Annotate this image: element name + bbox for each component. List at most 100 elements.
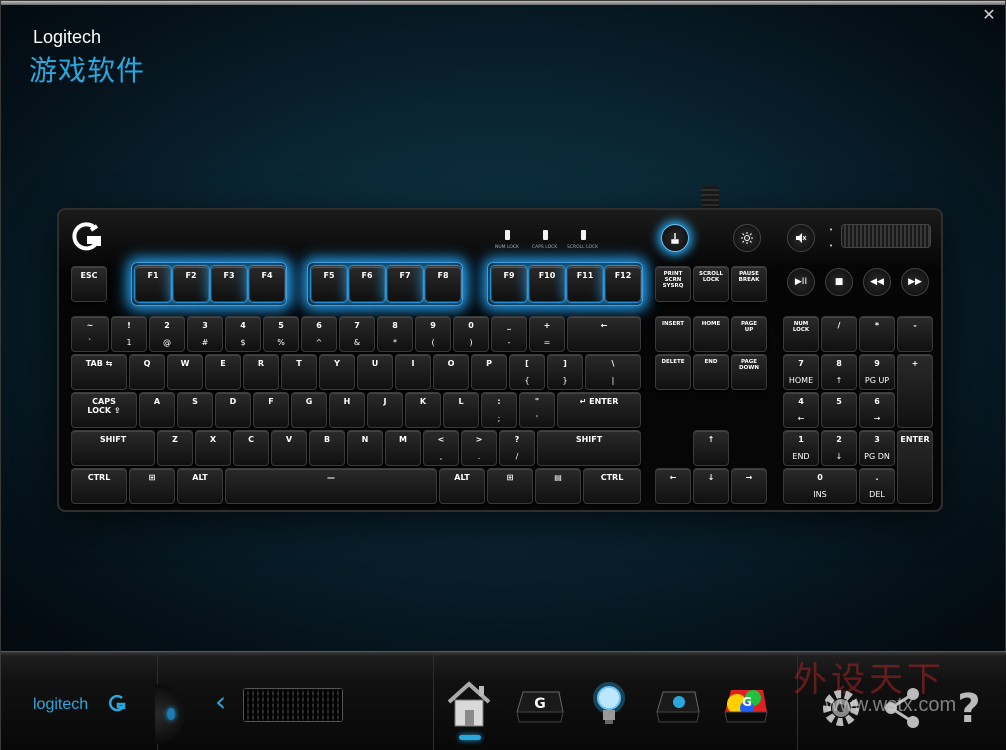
key-delete[interactable]: DELETE xyxy=(655,354,691,390)
key-9[interactable]: 9( xyxy=(415,316,451,352)
key-0[interactable]: 0 INS xyxy=(783,468,857,504)
key-f3[interactable]: F3 xyxy=(211,266,247,302)
key-ctrl[interactable]: CTRL xyxy=(583,468,641,504)
key-enter[interactable]: ENTER xyxy=(897,430,933,504)
key-page-up[interactable]: PAGE UP xyxy=(731,316,767,352)
keyboard-device-thumbnail[interactable] xyxy=(243,688,343,722)
game-mode-button[interactable] xyxy=(661,224,689,252)
key-g[interactable]: G xyxy=(291,392,327,428)
key-s[interactable]: S xyxy=(177,392,213,428)
key-print-scrn-sysrq[interactable]: PRINT SCRN SYSRQ xyxy=(655,266,691,302)
key-[interactable]: ← xyxy=(567,316,641,352)
home-icon[interactable] xyxy=(441,674,497,734)
key-[interactable]: :; xyxy=(481,392,517,428)
back-arrow-icon[interactable]: ‹ xyxy=(215,688,226,716)
key-o[interactable]: O xyxy=(433,354,469,390)
key-7[interactable]: 7 HOME xyxy=(783,354,819,390)
key-num-lock[interactable]: NUM LOCK xyxy=(783,316,819,352)
key-f1[interactable]: F1 xyxy=(135,266,171,302)
key-c[interactable]: C xyxy=(233,430,269,466)
key-f6[interactable]: F6 xyxy=(349,266,385,302)
key-page-down[interactable]: PAGE DOWN xyxy=(731,354,767,390)
key-f7[interactable]: F7 xyxy=(387,266,423,302)
key-j[interactable]: J xyxy=(367,392,403,428)
key-[interactable]: ]} xyxy=(547,354,583,390)
key-[interactable]: ! 1 xyxy=(111,316,147,352)
key-5[interactable]: 5% xyxy=(263,316,299,352)
key-6[interactable]: 6 ^ xyxy=(301,316,337,352)
arx-control-icon[interactable] xyxy=(649,674,705,734)
key-2[interactable]: 2 ↓ xyxy=(821,430,857,466)
key-[interactable]: ~ ` xyxy=(71,316,109,352)
key-[interactable]: → xyxy=(731,468,767,504)
key-[interactable]: ← xyxy=(655,468,691,504)
key-scroll-lock[interactable]: SCROLL LOCK xyxy=(693,266,729,302)
key-[interactable]: . DEL xyxy=(859,468,895,504)
key-7[interactable]: 7 & xyxy=(339,316,375,352)
key-[interactable]: ⊞ xyxy=(129,468,175,504)
key-enter[interactable]: ↵ ENTER xyxy=(557,392,641,428)
key-5[interactable]: 5 xyxy=(821,392,857,428)
backlight-button[interactable] xyxy=(733,224,761,252)
key-ctrl[interactable]: CTRL xyxy=(71,468,127,504)
key-8[interactable]: 8 * xyxy=(377,316,413,352)
key-3[interactable]: 3 PG DN xyxy=(859,430,895,466)
key-n[interactable]: N xyxy=(347,430,383,466)
key-[interactable]: ↑ xyxy=(693,430,729,466)
key-w[interactable]: W xyxy=(167,354,203,390)
key-t[interactable]: T xyxy=(281,354,317,390)
key-2[interactable]: 2 @ xyxy=(149,316,185,352)
key-d[interactable]: D xyxy=(215,392,251,428)
key-end[interactable]: END xyxy=(693,354,729,390)
key-[interactable]: _ - xyxy=(491,316,527,352)
key-[interactable]: * xyxy=(859,316,895,352)
key-[interactable]: + = xyxy=(529,316,565,352)
key-6[interactable]: 6 → xyxy=(859,392,895,428)
key-a[interactable]: A xyxy=(139,392,175,428)
key-1[interactable]: 1 END xyxy=(783,430,819,466)
key-f5[interactable]: F5 xyxy=(311,266,347,302)
key-3[interactable]: 3 # xyxy=(187,316,223,352)
key-alt[interactable]: ALT xyxy=(439,468,485,504)
key-esc[interactable]: ESC xyxy=(71,266,107,302)
key-[interactable]: [{ xyxy=(509,354,545,390)
close-button[interactable]: ✕ xyxy=(981,7,997,23)
key-u[interactable]: U xyxy=(357,354,393,390)
key-[interactable]: ? / xyxy=(499,430,535,466)
key-k[interactable]: K xyxy=(405,392,441,428)
key-4[interactable]: 4 $ xyxy=(225,316,261,352)
key-x[interactable]: X xyxy=(195,430,231,466)
key-f2[interactable]: F2 xyxy=(173,266,209,302)
heatmap-icon[interactable]: G xyxy=(717,674,773,734)
key-[interactable]: >. xyxy=(461,430,497,466)
key-m[interactable]: M xyxy=(385,430,421,466)
key-i[interactable]: I xyxy=(395,354,431,390)
key-4[interactable]: 4 ← xyxy=(783,392,819,428)
key-f10[interactable]: F10 xyxy=(529,266,565,302)
key-insert[interactable]: INSERT xyxy=(655,316,691,352)
key-f8[interactable]: F8 xyxy=(425,266,461,302)
key-z[interactable]: Z xyxy=(157,430,193,466)
key-p[interactable]: P xyxy=(471,354,507,390)
key-f12[interactable]: F12 xyxy=(605,266,641,302)
key-shift[interactable]: SHIFT xyxy=(537,430,641,466)
key-alt[interactable]: ALT xyxy=(177,468,223,504)
key-f4[interactable]: F4 xyxy=(249,266,285,302)
key-tab[interactable]: TAB ⇆ xyxy=(71,354,127,390)
key-0[interactable]: 0) xyxy=(453,316,489,352)
media-stop-button[interactable]: ■ xyxy=(825,268,853,296)
key-f11[interactable]: F11 xyxy=(567,266,603,302)
key-f[interactable]: F xyxy=(253,392,289,428)
key-[interactable]: + xyxy=(897,354,933,428)
mouse-device-thumbnail[interactable] xyxy=(155,684,185,744)
key-[interactable]: - xyxy=(897,316,933,352)
key-[interactable]: <, xyxy=(423,430,459,466)
volume-roller[interactable] xyxy=(841,224,931,248)
media-next-button[interactable]: ▶▶ xyxy=(901,268,929,296)
key-r[interactable]: R xyxy=(243,354,279,390)
key-caps-lock[interactable]: CAPS LOCK ⇪ xyxy=(71,392,137,428)
key-h[interactable]: H xyxy=(329,392,365,428)
media-play-pause-button[interactable]: ▶II xyxy=(787,268,815,296)
key-b[interactable]: B xyxy=(309,430,345,466)
lighting-bulb-icon[interactable] xyxy=(581,674,637,734)
